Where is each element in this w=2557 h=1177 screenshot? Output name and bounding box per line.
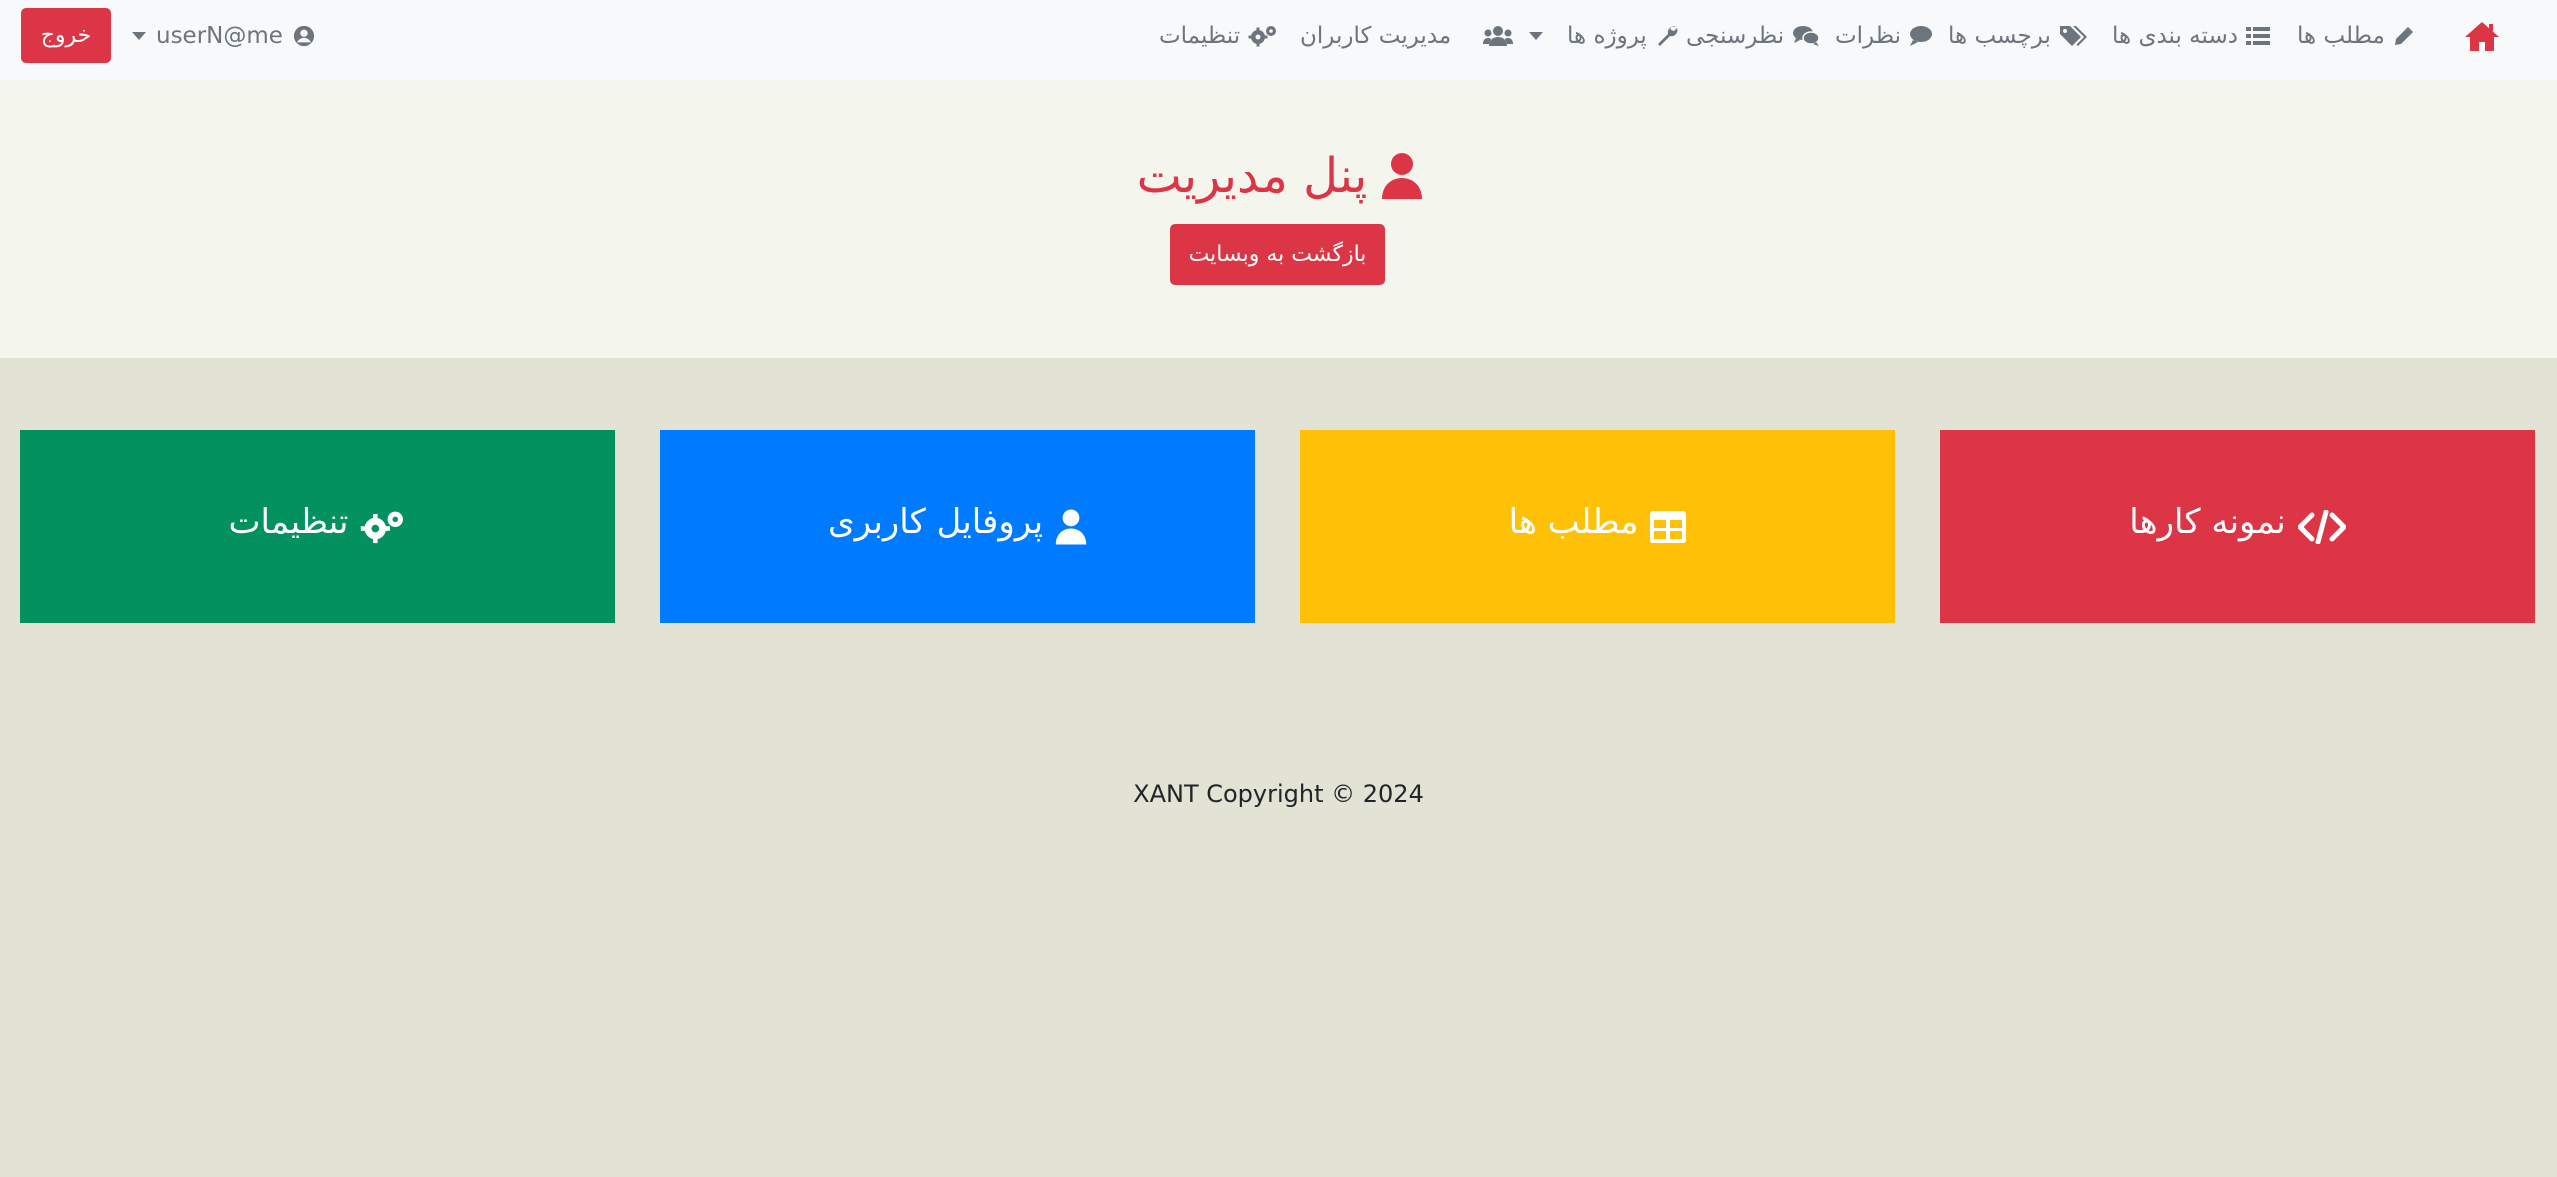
list-icon (2245, 25, 2270, 47)
cogs-icon (1248, 24, 1278, 48)
nav-item-label: پروژه ها (1567, 23, 1647, 49)
nav-item-settings[interactable]: تنظیمات (1159, 16, 1278, 56)
user-dropdown[interactable]: userN@me (132, 14, 315, 58)
home-icon (2464, 20, 2500, 52)
tile-settings[interactable]: تنظیمات (20, 430, 615, 623)
tags-icon (2059, 24, 2089, 48)
wrench-icon (1655, 24, 1679, 48)
users-icon (1483, 25, 1514, 47)
user-icon (1055, 508, 1087, 546)
tile-label: پروفایل کاربری (827, 501, 1044, 542)
nav-item-label: نظرات (1835, 23, 1902, 49)
tile-label: نمونه کارها (2129, 501, 2286, 542)
user-icon (1381, 152, 1423, 200)
chevron-down-icon (132, 32, 146, 40)
logout-button[interactable]: خروج (21, 8, 111, 63)
nav-item-comments[interactable]: نظرات (1835, 16, 1933, 56)
username-label: userN@me (156, 23, 283, 49)
nav-item-tags[interactable]: برچسب ها (1948, 16, 2089, 56)
page-title-text: پنل مدیریت (1136, 148, 1368, 204)
footer-copyright: XANT Copyright © 2024 (1133, 780, 1424, 808)
user-circle-icon (293, 25, 315, 47)
home-link[interactable] (2462, 16, 2502, 56)
nav-item-categories[interactable]: دسته بندی ها (2112, 16, 2270, 56)
tile-user-profile[interactable]: پروفایل کاربری (660, 430, 1255, 623)
top-navbar: خروج userN@me تنظیمات مدیریت کاربران پرو… (0, 0, 2557, 80)
hero-section (0, 80, 2557, 358)
table-icon (1650, 510, 1687, 543)
tile-portfolio[interactable]: نمونه کارها (1940, 430, 2535, 623)
nav-item-label: مدیریت کاربران (1300, 23, 1452, 49)
back-to-website-button[interactable]: بازگشت به وبسایت (1170, 224, 1385, 285)
nav-item-posts[interactable]: مطلب ها (2297, 16, 2415, 56)
nav-item-label: دسته بندی ها (2112, 23, 2238, 49)
nav-item-users[interactable]: مدیریت کاربران (1300, 16, 1514, 56)
tile-label: مطلب ها (1508, 501, 1639, 542)
code-icon (2297, 509, 2346, 544)
nav-item-label: مطلب ها (2297, 23, 2385, 49)
nav-item-polls[interactable]: نظرسنجی (1686, 16, 1820, 56)
nav-item-label: برچسب ها (1948, 23, 2051, 49)
comment-icon (1909, 25, 1933, 47)
page-title: پنل مدیریت (1130, 143, 1430, 209)
pencil-icon (2393, 25, 2415, 47)
chevron-down-icon (1529, 32, 1543, 40)
nav-item-projects[interactable]: پروژه ها (1529, 16, 1679, 56)
cogs-icon (360, 508, 406, 546)
tile-posts[interactable]: مطلب ها (1300, 430, 1895, 623)
comments-icon (1792, 24, 1820, 48)
nav-item-label: نظرسنجی (1686, 23, 1785, 49)
nav-item-label: تنظیمات (1159, 23, 1241, 49)
tile-label: تنظیمات (228, 501, 349, 542)
